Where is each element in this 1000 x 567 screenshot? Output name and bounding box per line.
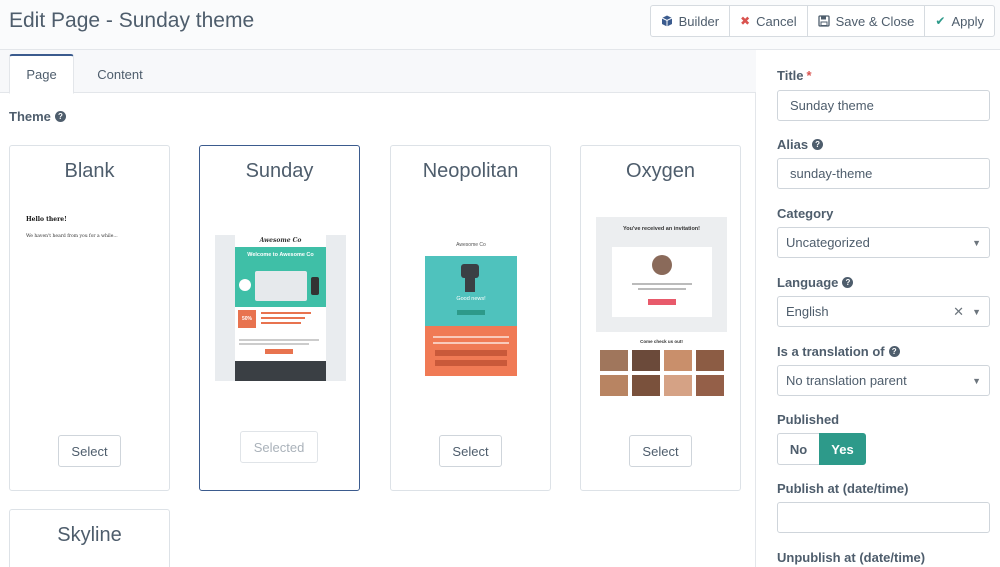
language-select[interactable]: English ✕ ▼: [777, 296, 990, 327]
cube-icon: [661, 15, 673, 27]
clear-icon[interactable]: ✕: [953, 304, 964, 320]
preview-brand: Awesome Co: [456, 242, 486, 248]
tab-bar: Page Content: [0, 50, 756, 94]
translation-label: Is a translation of?: [777, 344, 900, 359]
language-label: Language?: [777, 275, 854, 290]
theme-name: Oxygen: [626, 160, 695, 182]
title-label: Title *: [777, 68, 812, 83]
select-button[interactable]: Select: [58, 435, 121, 467]
save-close-button[interactable]: Save & Close: [808, 6, 926, 36]
translation-value: No translation parent: [786, 373, 907, 388]
alias-input[interactable]: sunday-theme: [777, 158, 990, 189]
theme-label: Theme ?: [9, 109, 66, 124]
apply-label: Apply: [951, 13, 984, 29]
theme-name: Neopolitan: [422, 160, 519, 182]
caret-down-icon: ▼: [972, 237, 981, 248]
theme-card-blank[interactable]: Blank Hello there! We haven't heard from…: [9, 145, 170, 491]
help-icon[interactable]: ?: [842, 277, 854, 288]
caret-down-icon: ▼: [972, 375, 981, 386]
theme-label-text: Theme: [9, 109, 51, 124]
theme-card-skyline[interactable]: Skyline: [9, 509, 170, 567]
theme-preview-oxygen: You've received an invitation! Come chec…: [596, 217, 727, 399]
save-icon: [817, 15, 830, 27]
theme-name: Skyline: [57, 524, 122, 546]
page-header: Edit Page - Sunday theme Builder ✖ Cance…: [0, 0, 1000, 50]
theme-card-sunday[interactable]: Sunday Awesome Co Welcome to Awesome Co …: [199, 145, 360, 491]
publish-at-label: Publish at (date/time): [777, 481, 909, 496]
theme-preview-blank: Hello there! We haven't heard from you f…: [26, 216, 156, 276]
preview-brand: Awesome Co: [259, 237, 302, 244]
save-close-label: Save & Close: [835, 13, 915, 29]
caret-down-icon: ▼: [972, 306, 981, 317]
preview-offer: 50%: [238, 310, 256, 328]
check-icon: ✔: [935, 14, 946, 28]
category-value: Uncategorized: [786, 235, 870, 250]
help-icon[interactable]: ?: [54, 111, 66, 122]
help-icon[interactable]: ?: [812, 139, 824, 150]
theme-card-oxygen[interactable]: Oxygen You've received an invitation! Co…: [580, 145, 741, 491]
apply-button[interactable]: ✔ Apply: [925, 6, 994, 36]
theme-name: Sunday: [245, 160, 314, 182]
close-icon: ✖: [740, 14, 751, 28]
page-title: Edit Page - Sunday theme: [9, 9, 255, 32]
preview-heading: Welcome to Awesome Co: [247, 252, 314, 258]
select-button[interactable]: Select: [439, 435, 502, 467]
title-input[interactable]: Sunday theme: [777, 90, 990, 121]
select-button[interactable]: Select: [629, 435, 692, 467]
unpublish-at-label: Unpublish at (date/time): [777, 550, 926, 565]
published-no-button[interactable]: No: [777, 433, 819, 465]
preview-heading: You've received an invitation!: [622, 226, 700, 232]
header-button-group: Builder ✖ Cancel Save & Close ✔ Apply: [649, 5, 995, 37]
theme-card-neopolitan[interactable]: Neopolitan Awesome Co Good news! Select: [390, 145, 551, 491]
published-toggle: No Yes: [777, 433, 866, 465]
preview-footer: Come check us out!: [640, 339, 683, 344]
tab-content[interactable]: Content: [80, 54, 160, 94]
publish-at-input[interactable]: [777, 502, 990, 533]
selected-button[interactable]: Selected: [240, 431, 318, 463]
tab-page[interactable]: Page: [9, 54, 74, 94]
alias-label: Alias?: [777, 137, 824, 152]
published-yes-button[interactable]: Yes: [819, 433, 866, 465]
category-select[interactable]: Uncategorized ▼: [777, 227, 990, 258]
theme-name: Blank: [64, 160, 115, 182]
published-label: Published: [777, 412, 840, 427]
properties-panel: Title * Sunday theme Alias? sunday-theme …: [757, 50, 1000, 567]
language-value: English: [786, 304, 829, 319]
preview-heading: Good news!: [456, 296, 486, 302]
main-content: Page Content Theme ? Blank Hello there! …: [0, 50, 756, 567]
builder-button[interactable]: Builder: [651, 6, 731, 36]
cancel-label: Cancel: [756, 13, 797, 29]
theme-preview-neopolitan: Awesome Co Good news!: [425, 242, 517, 376]
category-label: Category: [777, 206, 834, 221]
preview-heading: Hello there!: [26, 216, 67, 223]
theme-preview-sunday: Awesome Co Welcome to Awesome Co 50%: [215, 235, 346, 381]
preview-text: We haven't heard from you for a while...: [26, 234, 118, 239]
help-icon[interactable]: ?: [888, 346, 900, 357]
translation-select[interactable]: No translation parent ▼: [777, 365, 990, 396]
cancel-button[interactable]: ✖ Cancel: [730, 6, 808, 36]
builder-label: Builder: [678, 13, 720, 29]
required-marker: *: [806, 68, 812, 83]
